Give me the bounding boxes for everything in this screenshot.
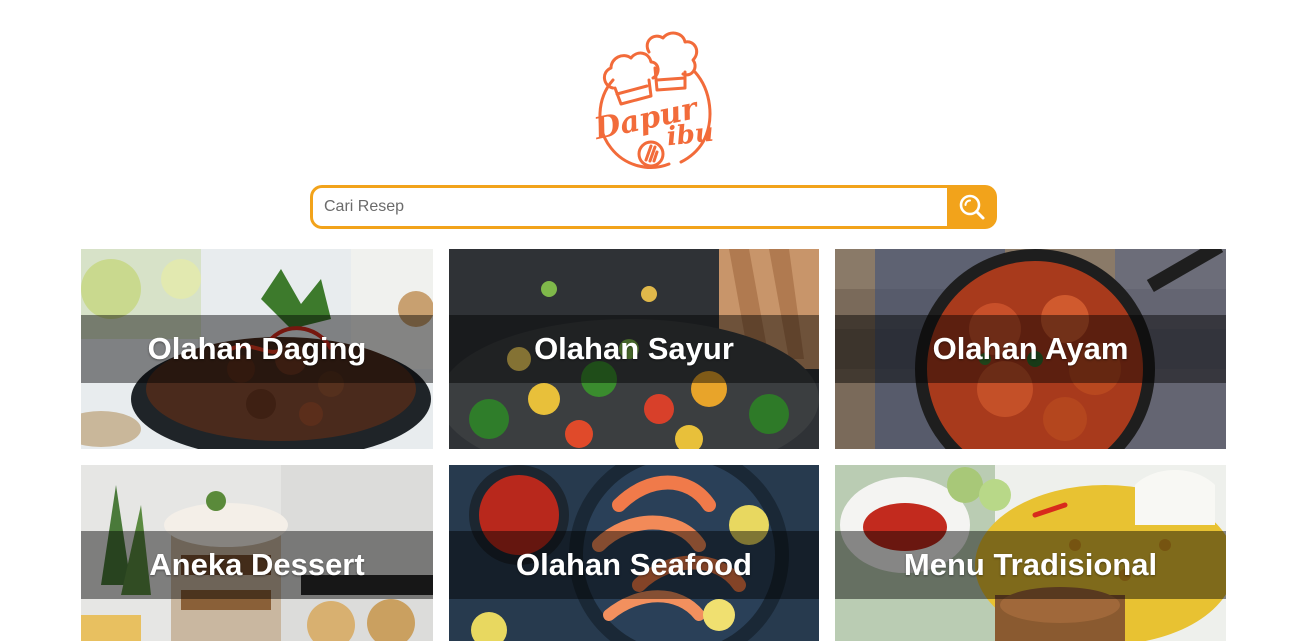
- category-label: Menu Tradisional: [903, 547, 1158, 582]
- search-icon: [959, 194, 985, 220]
- search-button[interactable]: [947, 185, 997, 229]
- page: Dapur ibu Cari Resep Olahan Daging Olaha…: [0, 0, 1308, 641]
- brand-logo[interactable]: Dapur ibu: [591, 28, 717, 172]
- logo-wordmark-ibu: ibu: [665, 118, 715, 153]
- search-bar: [310, 185, 997, 229]
- category-label: Olahan Seafood: [516, 547, 752, 582]
- category-label-band: Olahan Daging: [81, 315, 433, 383]
- category-label-band: Aneka Dessert: [81, 531, 433, 599]
- chef-hat-logo-icon: Dapur ibu: [591, 31, 715, 169]
- search-input[interactable]: [310, 185, 947, 229]
- category-label-band: Olahan Ayam: [835, 315, 1226, 383]
- category-label: Olahan Sayur: [534, 331, 734, 366]
- category-label-band: Olahan Seafood: [449, 531, 819, 599]
- category-label-band: Olahan Sayur: [449, 315, 819, 383]
- category-card-tradisional[interactable]: Menu Tradisional: [835, 465, 1226, 641]
- category-card-sayur[interactable]: Olahan Sayur: [449, 249, 819, 449]
- category-card-seafood[interactable]: Olahan Seafood: [449, 465, 819, 641]
- category-card-ayam[interactable]: Olahan Ayam: [835, 249, 1226, 449]
- category-label: Olahan Daging: [147, 331, 367, 366]
- category-card-daging[interactable]: Olahan Daging: [81, 249, 433, 449]
- category-label: Aneka Dessert: [149, 547, 365, 582]
- category-label: Olahan Ayam: [932, 331, 1129, 366]
- category-card-dessert[interactable]: Aneka Dessert: [81, 465, 433, 641]
- category-label-band: Menu Tradisional: [835, 531, 1226, 599]
